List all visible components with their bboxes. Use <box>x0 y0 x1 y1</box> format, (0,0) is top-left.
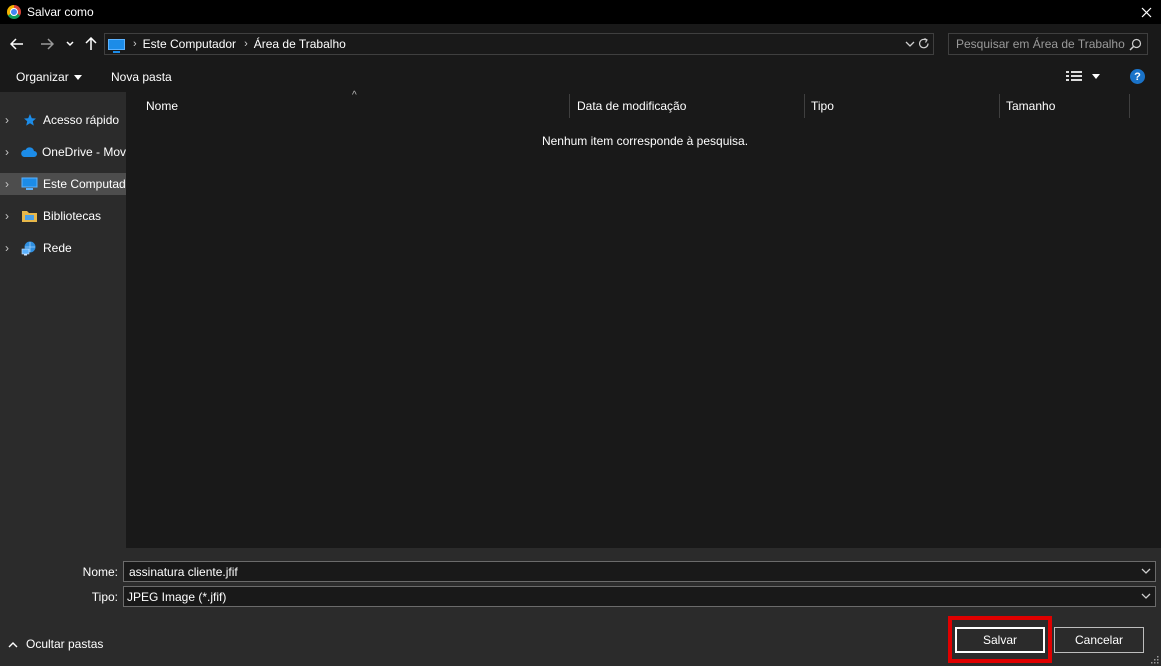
computer-icon <box>108 38 125 53</box>
refresh-button[interactable] <box>917 36 931 55</box>
navigation-pane: › Acesso rápido › OneDrive - Mov › Este … <box>0 92 126 548</box>
file-type-select[interactable]: JPEG Image (*.jfif) <box>123 586 1156 607</box>
chevron-down-icon <box>66 41 74 47</box>
search-input[interactable]: Pesquisar em Área de Trabalho <box>948 33 1148 55</box>
column-divider[interactable] <box>569 94 570 118</box>
expand-chevron-icon[interactable]: › <box>5 209 13 223</box>
arrow-right-icon <box>41 38 54 50</box>
breadcrumb-separator-icon: › <box>133 38 137 50</box>
sidebar-item-este-computador[interactable]: › Este Computad <box>0 173 126 195</box>
breadcrumb-separator-icon: › <box>244 38 248 50</box>
library-folder-icon <box>21 209 38 223</box>
window-title: Salvar como <box>27 5 94 19</box>
chevron-down-icon <box>1141 593 1151 599</box>
recent-locations-button[interactable] <box>63 34 77 54</box>
sidebar-item-label: Bibliotecas <box>43 209 102 223</box>
close-button[interactable] <box>1131 0 1161 24</box>
sidebar-item-label: OneDrive - Mov <box>41 145 126 159</box>
arrow-up-icon <box>85 37 97 50</box>
column-divider[interactable] <box>804 94 805 118</box>
computer-icon <box>21 177 38 191</box>
details-view-icon <box>1066 71 1082 81</box>
file-type-label: Tipo: <box>91 590 118 604</box>
organize-button[interactable]: Organizar <box>16 70 82 84</box>
star-icon <box>21 113 38 127</box>
expand-chevron-icon[interactable]: › <box>5 241 13 255</box>
title-bar: Salvar como <box>0 0 1161 24</box>
empty-results-message: Nenhum item corresponde à pesquisa. <box>541 134 749 148</box>
chevron-up-icon <box>8 641 18 647</box>
file-name-value: assinatura cliente.jfif <box>129 564 238 579</box>
forward-button[interactable] <box>38 34 56 54</box>
file-name-label: Nome: <box>82 565 118 579</box>
sidebar-item-onedrive[interactable]: › OneDrive - Mov <box>0 141 126 163</box>
breadcrumb-este-computador[interactable]: Este Computador <box>143 37 236 51</box>
expand-chevron-icon[interactable]: › <box>5 177 13 191</box>
address-dropdown-button[interactable] <box>905 37 915 54</box>
close-icon <box>1141 7 1151 17</box>
up-button[interactable] <box>83 34 99 54</box>
column-header-type[interactable]: Tipo <box>811 94 991 118</box>
sidebar-item-acesso-rapido[interactable]: › Acesso rápido <box>0 109 126 131</box>
sidebar-item-label: Este Computad <box>43 177 126 191</box>
expand-chevron-icon[interactable]: › <box>5 113 13 127</box>
help-button[interactable]: ? <box>1130 69 1145 84</box>
address-row: › Este Computador › Área de Trabalho Pes… <box>0 24 1161 64</box>
refresh-icon <box>919 37 929 49</box>
address-bar[interactable]: › Este Computador › Área de Trabalho <box>104 33 934 55</box>
cloud-icon <box>20 145 37 159</box>
search-placeholder: Pesquisar em Área de Trabalho <box>956 37 1125 51</box>
network-icon <box>21 241 38 255</box>
sidebar-item-bibliotecas[interactable]: › Bibliotecas <box>0 205 126 227</box>
change-view-button[interactable] <box>1066 70 1100 82</box>
back-button[interactable] <box>8 34 26 54</box>
file-list: ^ Nome Data de modificação Tipo Tamanho … <box>126 90 1161 548</box>
chevron-down-icon <box>905 41 915 47</box>
search-icon <box>1129 38 1142 51</box>
breadcrumb-area-de-trabalho[interactable]: Área de Trabalho <box>254 37 346 51</box>
chevron-down-icon[interactable] <box>1141 568 1151 575</box>
hide-folders-label: Ocultar pastas <box>26 637 104 651</box>
save-button-highlight <box>948 616 1052 663</box>
sidebar-item-label: Rede <box>43 241 72 255</box>
column-header-date-modified[interactable]: Data de modificação <box>577 94 797 118</box>
expand-chevron-icon[interactable]: › <box>5 145 12 159</box>
resize-grip-icon[interactable] <box>1151 656 1159 664</box>
column-header-name[interactable]: Nome <box>146 94 566 118</box>
sidebar-item-rede[interactable]: › Rede <box>0 237 126 259</box>
organize-label: Organizar <box>16 70 69 84</box>
file-name-field[interactable]: assinatura cliente.jfif <box>123 561 1156 582</box>
file-type-value: JPEG Image (*.jfif) <box>127 589 227 604</box>
hide-folders-button[interactable]: Ocultar pastas <box>8 637 103 651</box>
new-folder-button[interactable]: Nova pasta <box>111 70 172 84</box>
caret-down-icon <box>1092 73 1100 79</box>
chrome-icon <box>7 5 21 19</box>
column-divider[interactable] <box>999 94 1000 118</box>
column-divider[interactable] <box>1129 94 1130 118</box>
cancel-button[interactable]: Cancelar <box>1054 627 1144 653</box>
caret-down-icon <box>73 74 82 80</box>
arrow-left-icon <box>10 38 23 50</box>
command-bar: Organizar Nova pasta ? <box>0 64 1161 92</box>
column-header-size[interactable]: Tamanho <box>1006 94 1126 118</box>
sidebar-item-label: Acesso rápido <box>43 113 120 127</box>
